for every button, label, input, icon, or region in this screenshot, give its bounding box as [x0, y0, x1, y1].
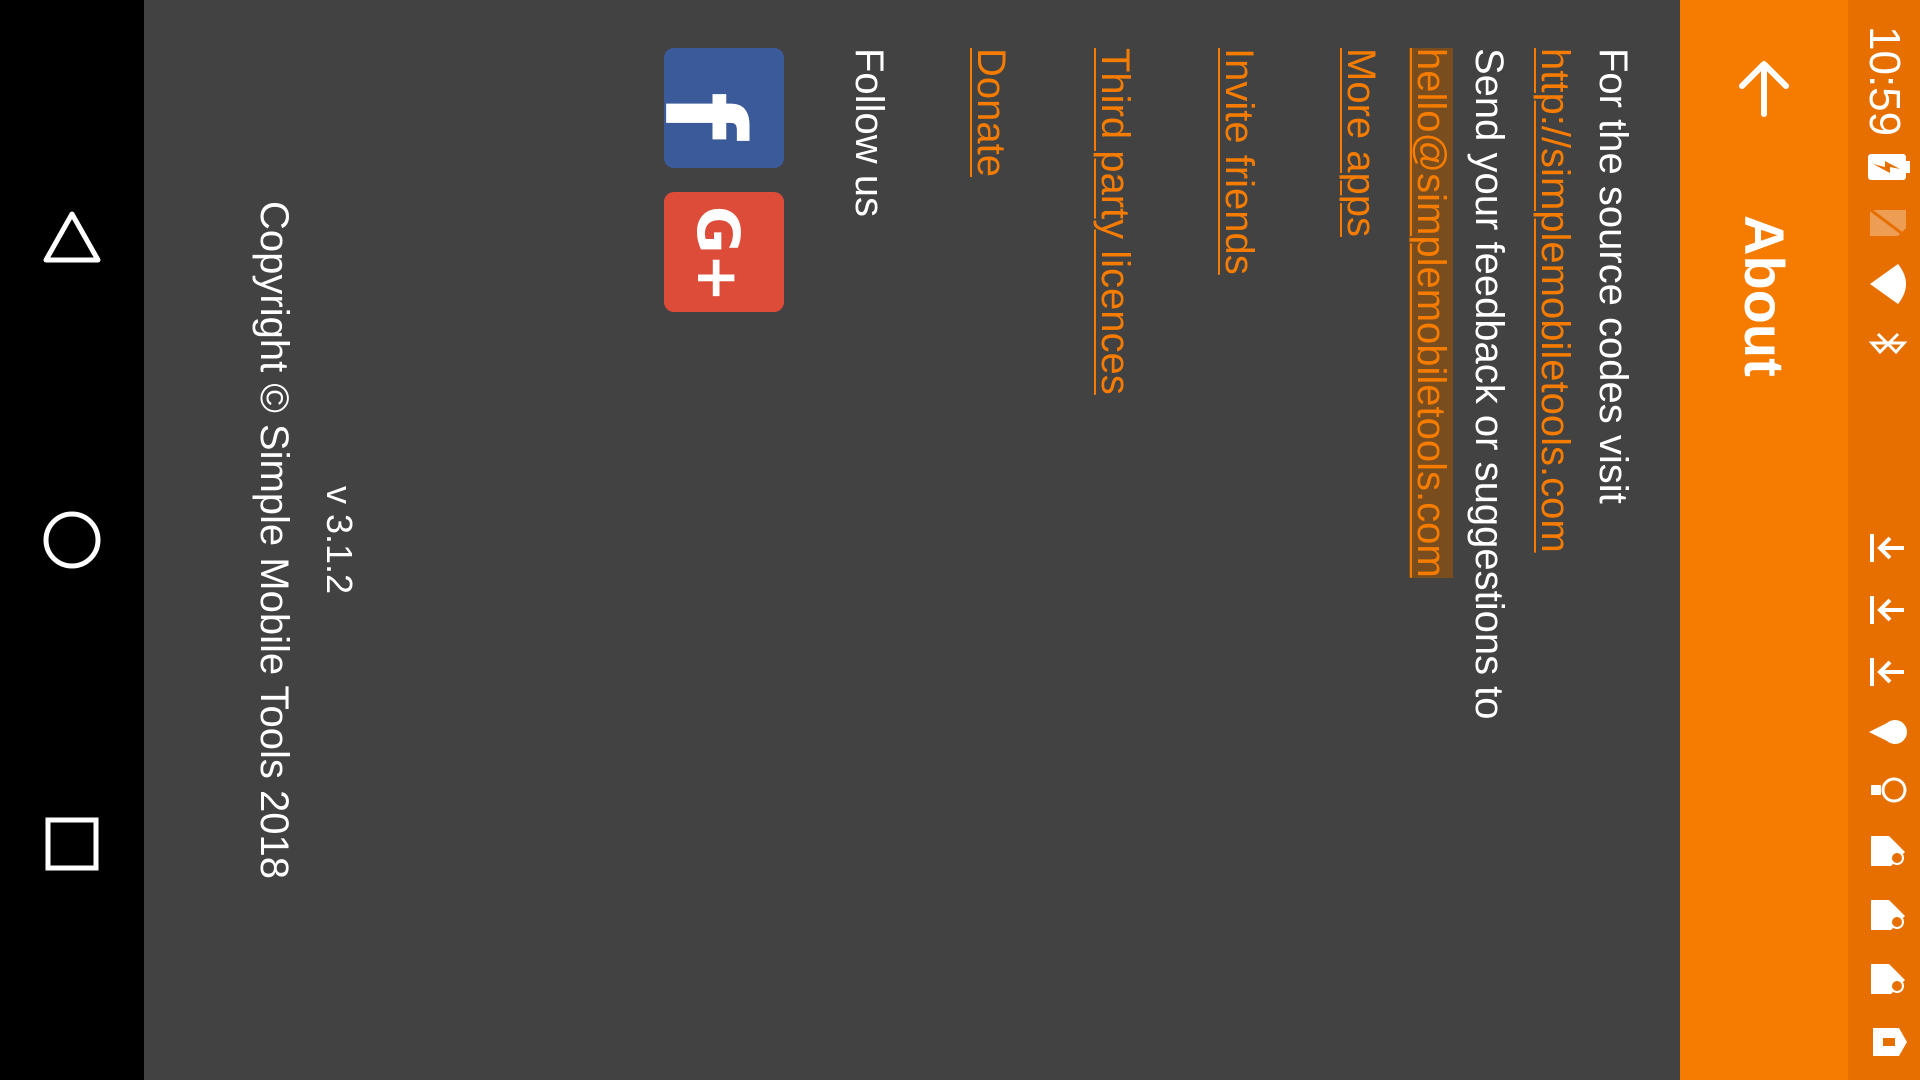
source-text: For the source codes visit — [1591, 48, 1635, 504]
status-bar: 10:59 — [1848, 0, 1920, 1080]
version-label: v 3.1.2 — [319, 485, 360, 595]
app-toolbar: About — [1680, 0, 1848, 1080]
svg-text:G+: G+ — [684, 206, 752, 302]
feedback-section: Send your feedback or suggestions to hel… — [1402, 48, 1518, 720]
home-nav-button[interactable] — [36, 504, 108, 576]
download-icon — [1860, 654, 1909, 690]
source-section: For the source codes visit http://simple… — [1526, 48, 1642, 553]
about-content: For the source codes visit http://simple… — [144, 0, 1680, 1080]
follow-us-label: Follow us — [847, 48, 891, 217]
bulb-icon — [1859, 774, 1910, 806]
source-link[interactable]: http://simplemobiletools.com — [1533, 48, 1577, 553]
more-apps-item: More apps — [1332, 48, 1390, 237]
google-plus-button[interactable]: G+ — [664, 192, 784, 312]
navigation-bar — [0, 0, 144, 1080]
device-screen: 10:59 About For the source codes visit h… — [0, 0, 1920, 1080]
shield-icon — [1859, 1024, 1910, 1060]
google-plus-icon: G+ — [684, 206, 752, 302]
facebook-icon: f — [664, 92, 768, 141]
facebook-button[interactable]: f — [664, 48, 784, 168]
status-icons-notifications — [1860, 530, 1909, 1060]
download-icon — [1860, 530, 1909, 566]
invite-friends-item: Invite friends — [1210, 48, 1268, 275]
donate-link-visible[interactable]: Donate — [969, 48, 1013, 177]
download-icon — [1860, 592, 1909, 628]
bluetooth-icon — [1858, 328, 1911, 358]
no-sim-icon — [1858, 206, 1911, 240]
triangle-back-icon — [43, 211, 101, 263]
notification-icon — [1859, 832, 1910, 870]
wifi-icon — [1860, 262, 1909, 306]
feedback-text: Send your feedback or suggestions to — [1467, 48, 1511, 720]
notification-icon — [1859, 896, 1910, 934]
square-recents-icon — [45, 817, 99, 871]
donate-row: Donate — [962, 48, 1020, 177]
charging-battery-icon — [1858, 150, 1911, 184]
status-icons-system — [1860, 150, 1911, 358]
status-time: 10:59 — [1860, 26, 1909, 137]
third-party-item: Third party licences — [1086, 48, 1144, 395]
circle-home-icon — [43, 511, 101, 569]
back-button[interactable] — [1726, 50, 1802, 126]
invite-friends-link[interactable]: Invite friends — [1217, 48, 1261, 275]
notification-icon — [1859, 960, 1910, 998]
svg-text:f: f — [664, 92, 768, 141]
page-title: About — [1733, 215, 1796, 377]
recents-nav-button[interactable] — [36, 808, 108, 880]
third-party-licences-link[interactable]: Third party licences — [1093, 48, 1137, 395]
arrow-back-icon — [1739, 61, 1789, 117]
copyright-label: Copyright © Simple Mobile Tools 2018 — [252, 201, 296, 879]
more-apps-link[interactable]: More apps — [1339, 48, 1383, 237]
back-nav-button[interactable] — [36, 200, 108, 272]
email-link[interactable]: hello@simplemobiletools.com — [1409, 48, 1453, 578]
location-icon — [1859, 716, 1910, 748]
